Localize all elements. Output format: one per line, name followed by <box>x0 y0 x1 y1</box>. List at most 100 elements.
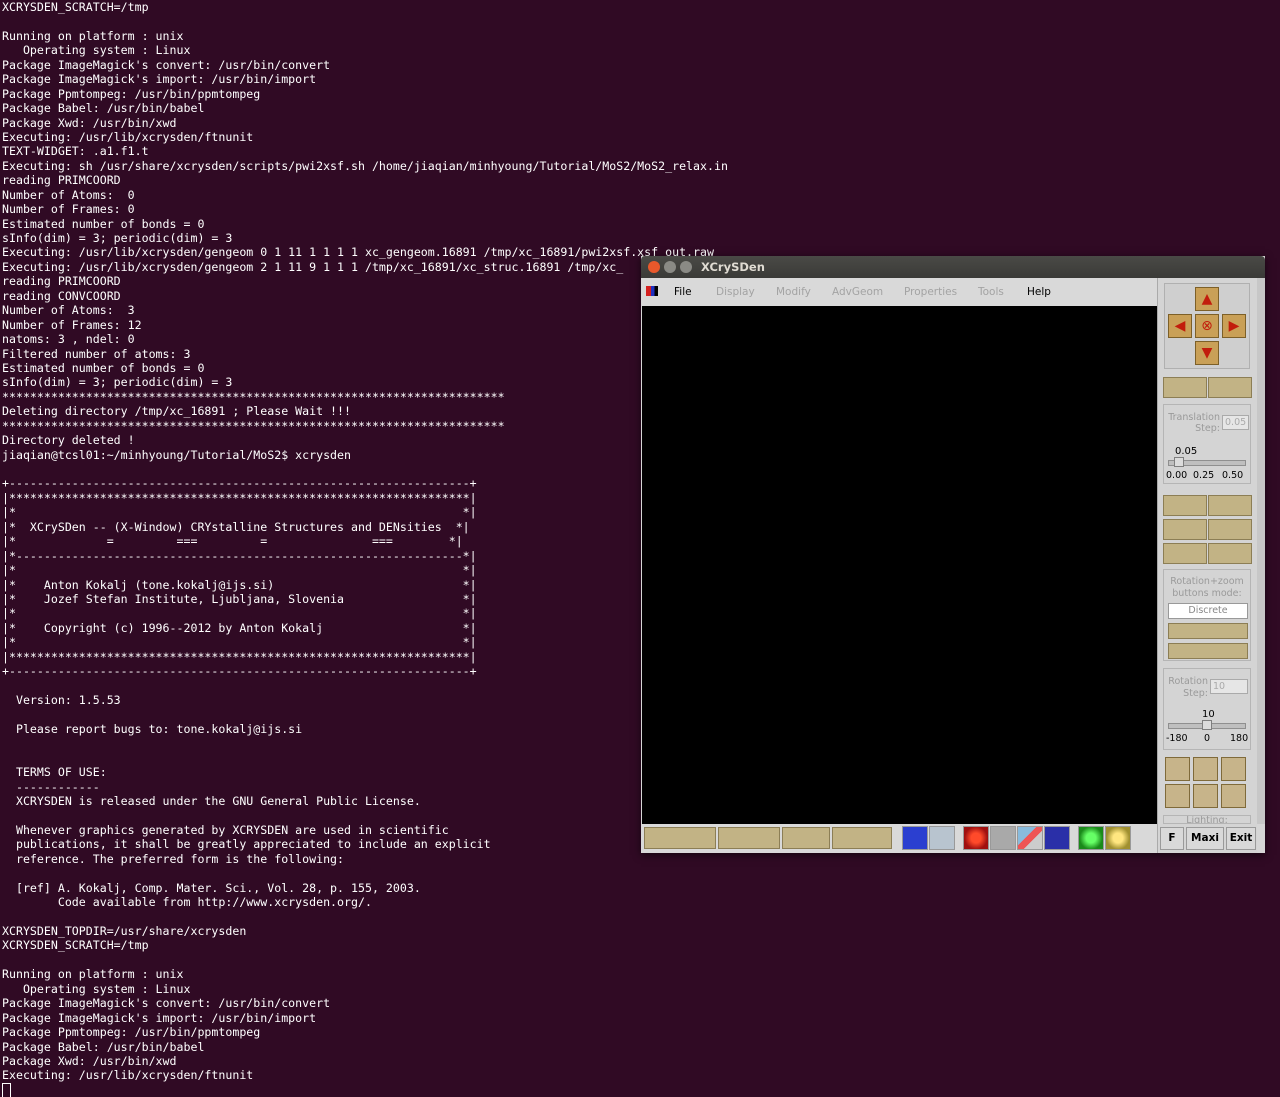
translation-tick-max: 0.50 <box>1222 470 1244 481</box>
window-titlebar[interactable]: XCrySDen <box>641 256 1265 278</box>
terminal-line: Executing: sh /usr/share/xcrysden/script… <box>2 158 728 173</box>
rotate-view-icon-3[interactable] <box>1221 757 1246 781</box>
rotate-view-icon-1[interactable] <box>1165 757 1190 781</box>
translation-slider-knob[interactable] <box>1174 457 1184 467</box>
menu-file[interactable]: File <box>674 286 692 298</box>
rotate-view-icon-6[interactable] <box>1221 784 1246 808</box>
translation-tick-min: 0.00 <box>1166 470 1188 481</box>
menu-display[interactable]: Display <box>716 286 755 298</box>
mode-option-2[interactable] <box>1168 623 1248 639</box>
rotation-slider-knob[interactable] <box>1202 720 1212 730</box>
zoom-in-button[interactable] <box>1163 377 1207 398</box>
mode-discrete-option[interactable]: Discrete <box>1168 603 1248 619</box>
center-icon[interactable]: ⊗ <box>1195 314 1219 338</box>
translation-slider[interactable] <box>1168 457 1246 467</box>
rotate-view-icon-2[interactable] <box>1193 757 1218 781</box>
menu-bar: File Display Modify AdvGeom Properties T… <box>641 278 1157 306</box>
terminal-line: XCRYSDEN_SCRATCH=/tmp <box>2 0 149 14</box>
cell-icon[interactable] <box>929 826 955 850</box>
menu-help[interactable]: Help <box>1027 286 1051 298</box>
toolbar-button-4[interactable] <box>832 827 892 849</box>
translation-step-label: Step: <box>1195 423 1220 434</box>
rotate-x-minus-button[interactable] <box>1163 495 1207 516</box>
rotation-tick-mid: 0 <box>1204 733 1211 744</box>
window-minimize-button[interactable] <box>664 261 676 273</box>
terminal-line: Package ImageMagick's import: /usr/bin/i… <box>2 1010 317 1025</box>
ballstick-icon[interactable] <box>1017 826 1043 850</box>
rotation-value: 10 <box>1202 709 1215 720</box>
wireframe-icon[interactable] <box>990 826 1016 850</box>
f-button[interactable]: F <box>1160 827 1184 850</box>
menu-properties[interactable]: Properties <box>904 286 957 298</box>
panel-scrollbar[interactable] <box>1257 278 1265 824</box>
translation-label: Translation <box>1168 412 1220 423</box>
arrow-up-icon[interactable]: ▲ <box>1195 287 1219 311</box>
terminal-line: Operating system : Linux <box>2 981 191 996</box>
terminal-line: Number of Atoms: 0 <box>2 187 135 202</box>
navigation-arrows: ▲ ◀ ⊗ ▶ ▼ <box>1164 283 1250 369</box>
toolbar-button-2[interactable] <box>718 827 780 849</box>
terminal-line: Package Xwd: /usr/bin/xwd <box>2 115 177 130</box>
terminal-line: Executing: /usr/lib/xcrysden/ftnunit <box>2 1068 254 1083</box>
rotation-label: Rotation <box>1168 676 1208 687</box>
display-canvas[interactable] <box>642 306 1157 824</box>
terminal-line: Package Ppmtompeg: /usr/bin/ppmtompeg <box>2 1025 261 1040</box>
window-maximize-button[interactable] <box>680 261 692 273</box>
toolbar-button-1[interactable] <box>644 827 716 849</box>
window-close-button[interactable] <box>648 261 660 273</box>
arrow-left-icon[interactable]: ◀ <box>1168 314 1192 338</box>
translation-tick-mid: 0.25 <box>1193 470 1215 481</box>
atoms-icon[interactable] <box>963 826 989 850</box>
terminal-line: Estimated number of bonds = 0 <box>2 216 205 231</box>
rotate-z-plus-button[interactable] <box>1208 543 1252 564</box>
rotate-view-icon-4[interactable] <box>1165 784 1190 808</box>
yellow-sphere-icon[interactable] <box>1105 826 1131 850</box>
terminal-line: Package Xwd: /usr/bin/xwd <box>2 1053 177 1068</box>
exit-button[interactable]: Exit <box>1226 827 1256 850</box>
lighting-label: Lighting: <box>1186 815 1228 824</box>
terminal-line: Code available from http://www.xcrysden.… <box>2 895 372 910</box>
translation-step-input[interactable]: 0.05 <box>1222 415 1249 430</box>
arrow-down-icon[interactable]: ▼ <box>1195 341 1219 365</box>
rotation-tick-max: 180 <box>1230 733 1249 744</box>
maxi-button[interactable]: Maxi <box>1186 827 1224 850</box>
rotate-z-minus-button[interactable] <box>1163 543 1207 564</box>
translation-group: Translation Step: 0.05 0.05 0.00 0.25 0.… <box>1163 404 1251 484</box>
green-sphere-icon[interactable] <box>1078 826 1104 850</box>
rotation-step-label: Step: <box>1183 688 1208 699</box>
xcrysden-window: XCrySDen File Display Modify AdvGeom Pro… <box>641 256 1265 853</box>
terminal-line: Executing: /usr/lib/xcrysden/ftnunit <box>2 129 254 144</box>
arrow-right-icon[interactable]: ▶ <box>1222 314 1246 338</box>
terminal-line: sInfo(dim) = 3; periodic(dim) = 3 <box>2 231 233 245</box>
rotate-y-plus-button[interactable] <box>1208 519 1252 540</box>
terminal-line: Package ImageMagick's import: /usr/bin/i… <box>2 72 317 87</box>
spacefill-icon[interactable] <box>1044 826 1070 850</box>
crystal-icon[interactable] <box>902 826 928 850</box>
toolbar-button-3[interactable] <box>782 827 830 849</box>
mode-group: Rotation+zoom buttons mode: Discrete <box>1163 569 1251 661</box>
rotation-slider[interactable] <box>1168 720 1246 730</box>
mode-option-3[interactable] <box>1168 643 1248 659</box>
menu-advgeom[interactable]: AdvGeom <box>832 286 883 298</box>
terminal-line: Running on platform : unix <box>2 967 184 982</box>
control-panel: ▲ ◀ ⊗ ▶ ▼ Translation Step: 0.05 0.05 0.… <box>1157 278 1257 853</box>
bottom-toolbar <box>641 824 1157 853</box>
rotation-step-input[interactable]: 10 <box>1210 679 1248 694</box>
menu-modify[interactable]: Modify <box>776 286 811 298</box>
terminal-cursor <box>2 1082 11 1097</box>
terminal-line: Number of Frames: 0 <box>2 202 135 217</box>
menu-tools[interactable]: Tools <box>978 286 1004 298</box>
terminal-line: Package Ppmtompeg: /usr/bin/ppmtompeg <box>2 86 261 101</box>
rotate-y-minus-button[interactable] <box>1163 519 1207 540</box>
terminal-line: Operating system : Linux <box>2 43 191 58</box>
rotate-view-icon-5[interactable] <box>1193 784 1218 808</box>
rotate-x-plus-button[interactable] <box>1208 495 1252 516</box>
terminal-line: XCRYSDEN_TOPDIR=/usr/share/xcrysden <box>2 924 247 938</box>
terminal-line: TEXT-WIDGET: .a1.f1.t <box>2 144 149 159</box>
zoom-out-button[interactable] <box>1208 377 1252 398</box>
app-icon <box>646 286 658 296</box>
